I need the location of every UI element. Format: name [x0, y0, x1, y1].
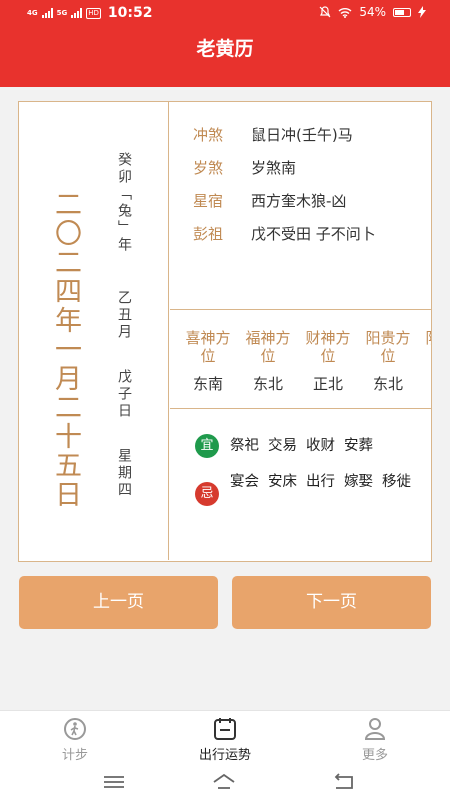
lunar-day: 戊子日 — [116, 369, 132, 420]
info-value: 西方奎木狼-凶 — [251, 192, 347, 210]
lunar-year-column: 癸卯「兔」年 — [115, 152, 133, 254]
tab-label: 更多 — [361, 748, 388, 763]
back-icon[interactable] — [332, 772, 356, 792]
gregorian-date: 二〇二四年一月二十五日 — [50, 190, 81, 509]
god-direction-item: 阳贵方位 东北 — [362, 329, 414, 394]
status-bar: 4G 5G HD 10:52 54% — [0, 5, 450, 23]
tab-steps[interactable]: 计步 — [15, 717, 135, 763]
weekday: 星期四 — [116, 448, 132, 499]
ji-activity: 安床 — [268, 474, 297, 490]
system-nav-bar — [0, 766, 450, 800]
ji-badge: 忌 — [195, 482, 219, 506]
signal-icon — [71, 8, 83, 18]
page-title: 老黄历 — [196, 38, 254, 60]
prev-page-button[interactable]: 上一页 — [19, 576, 218, 629]
ji-activity: 宴会 — [230, 474, 259, 490]
god-direction-item: 财神方位 正北 — [302, 329, 354, 394]
info-key: 冲煞 — [193, 126, 224, 144]
god-direction-value: 东北 — [372, 375, 403, 393]
next-page-button[interactable]: 下一页 — [232, 576, 431, 629]
status-time: 10:52 — [107, 5, 153, 21]
ji-activities: 宴会 安床 出行 嫁娶 移徙 — [230, 471, 420, 493]
yi-badge: 宜 — [195, 434, 219, 458]
info-key: 星宿 — [193, 192, 224, 210]
yi-activity: 交易 — [268, 438, 297, 454]
lunar-month: 乙丑月 — [116, 290, 132, 341]
ji-activity: 出行 — [306, 474, 335, 490]
home-icon[interactable] — [212, 772, 236, 792]
hd-badge: HD — [86, 7, 101, 19]
god-direction-value: 东北 — [252, 375, 283, 393]
ji-activity: 嫁娶 — [344, 474, 373, 490]
ji-activity: 移徙 — [382, 474, 411, 490]
date-panel: 二〇二四年一月二十五日 癸卯「兔」年 乙丑月戊子日星期四 — [19, 102, 169, 560]
wifi-icon — [338, 7, 352, 18]
tab-label: 出行运势 — [198, 748, 251, 763]
ganzhi-column: 乙丑月戊子日星期四 — [115, 290, 133, 530]
walk-icon — [64, 718, 86, 740]
charging-icon — [418, 6, 426, 18]
yi-activity: 收财 — [306, 438, 335, 454]
yi-activity: 祭祀 — [230, 438, 259, 454]
yi-activities: 祭祀 交易 收财 安葬 — [230, 435, 420, 457]
lunar-year: 癸卯「兔」年 — [116, 152, 132, 254]
info-key: 岁煞 — [193, 159, 224, 177]
user-icon — [364, 718, 386, 740]
mute-icon — [319, 6, 331, 18]
signal-icon — [41, 8, 53, 18]
info-row: 岁煞 岁煞南 — [193, 157, 296, 178]
info-section: 冲煞 鼠日冲(壬午)马 岁煞 岁煞南 星宿 西方奎木狼-凶 彭祖 戊不受田 子不… — [170, 102, 431, 310]
info-value: 戊不受田 子不问卜 — [251, 225, 376, 243]
god-direction-label: 阴贵方位 — [422, 329, 431, 365]
tab-more[interactable]: 更多 — [315, 717, 435, 763]
god-direction-value: 正北 — [312, 375, 343, 393]
calendar-icon — [214, 718, 236, 740]
bottom-tab-bar: 计步 出行运势 更多 — [0, 710, 450, 766]
app-header: 4G 5G HD 10:52 54% 老黄历 — [0, 0, 450, 87]
god-direction-label: 阳贵方位 — [365, 329, 411, 365]
details-panel: 冲煞 鼠日冲(壬午)马 岁煞 岁煞南 星宿 西方奎木狼-凶 彭祖 戊不受田 子不… — [170, 102, 431, 560]
god-direction-value: 西南 — [422, 373, 431, 394]
god-direction-label: 财神方位 — [305, 329, 351, 365]
god-direction-value: 东南 — [192, 375, 223, 393]
battery-icon — [393, 7, 411, 17]
god-direction-label: 福神方位 — [245, 329, 291, 365]
god-direction-label: 喜神方位 — [185, 329, 231, 365]
almanac-card: 二〇二四年一月二十五日 癸卯「兔」年 乙丑月戊子日星期四 冲煞 鼠日冲(壬午)马… — [18, 101, 432, 562]
menu-icon[interactable] — [102, 772, 126, 792]
tab-travel-fortune[interactable]: 出行运势 — [165, 717, 285, 763]
battery-percent: 54% — [359, 5, 386, 19]
network-label: 5G — [56, 8, 68, 17]
god-direction-item: 福神方位 东北 — [242, 329, 294, 394]
gods-directions: 喜神方位 东南 福神方位 东北 财神方位 正北 阳贵方位 东北 阴贵方位 西南 — [170, 311, 431, 409]
info-value: 岁煞南 — [251, 159, 297, 177]
yi-activity: 安葬 — [344, 438, 373, 454]
info-row: 冲煞 鼠日冲(壬午)马 — [193, 124, 353, 145]
info-key: 彭祖 — [193, 225, 224, 243]
god-direction-item: 阴贵方位 西南 — [422, 329, 431, 394]
tab-label: 计步 — [61, 748, 88, 763]
god-direction-item: 喜神方位 东南 — [182, 329, 234, 394]
info-row: 彭祖 戊不受田 子不问卜 — [193, 223, 376, 244]
info-row: 星宿 西方奎木狼-凶 — [193, 190, 346, 211]
network-label: 4G — [27, 8, 38, 17]
yi-ji-section: 宜 祭祀 交易 收财 安葬 忌 宴会 安床 出行 嫁娶 移徙 — [170, 410, 431, 560]
info-value: 鼠日冲(壬午)马 — [251, 126, 353, 144]
